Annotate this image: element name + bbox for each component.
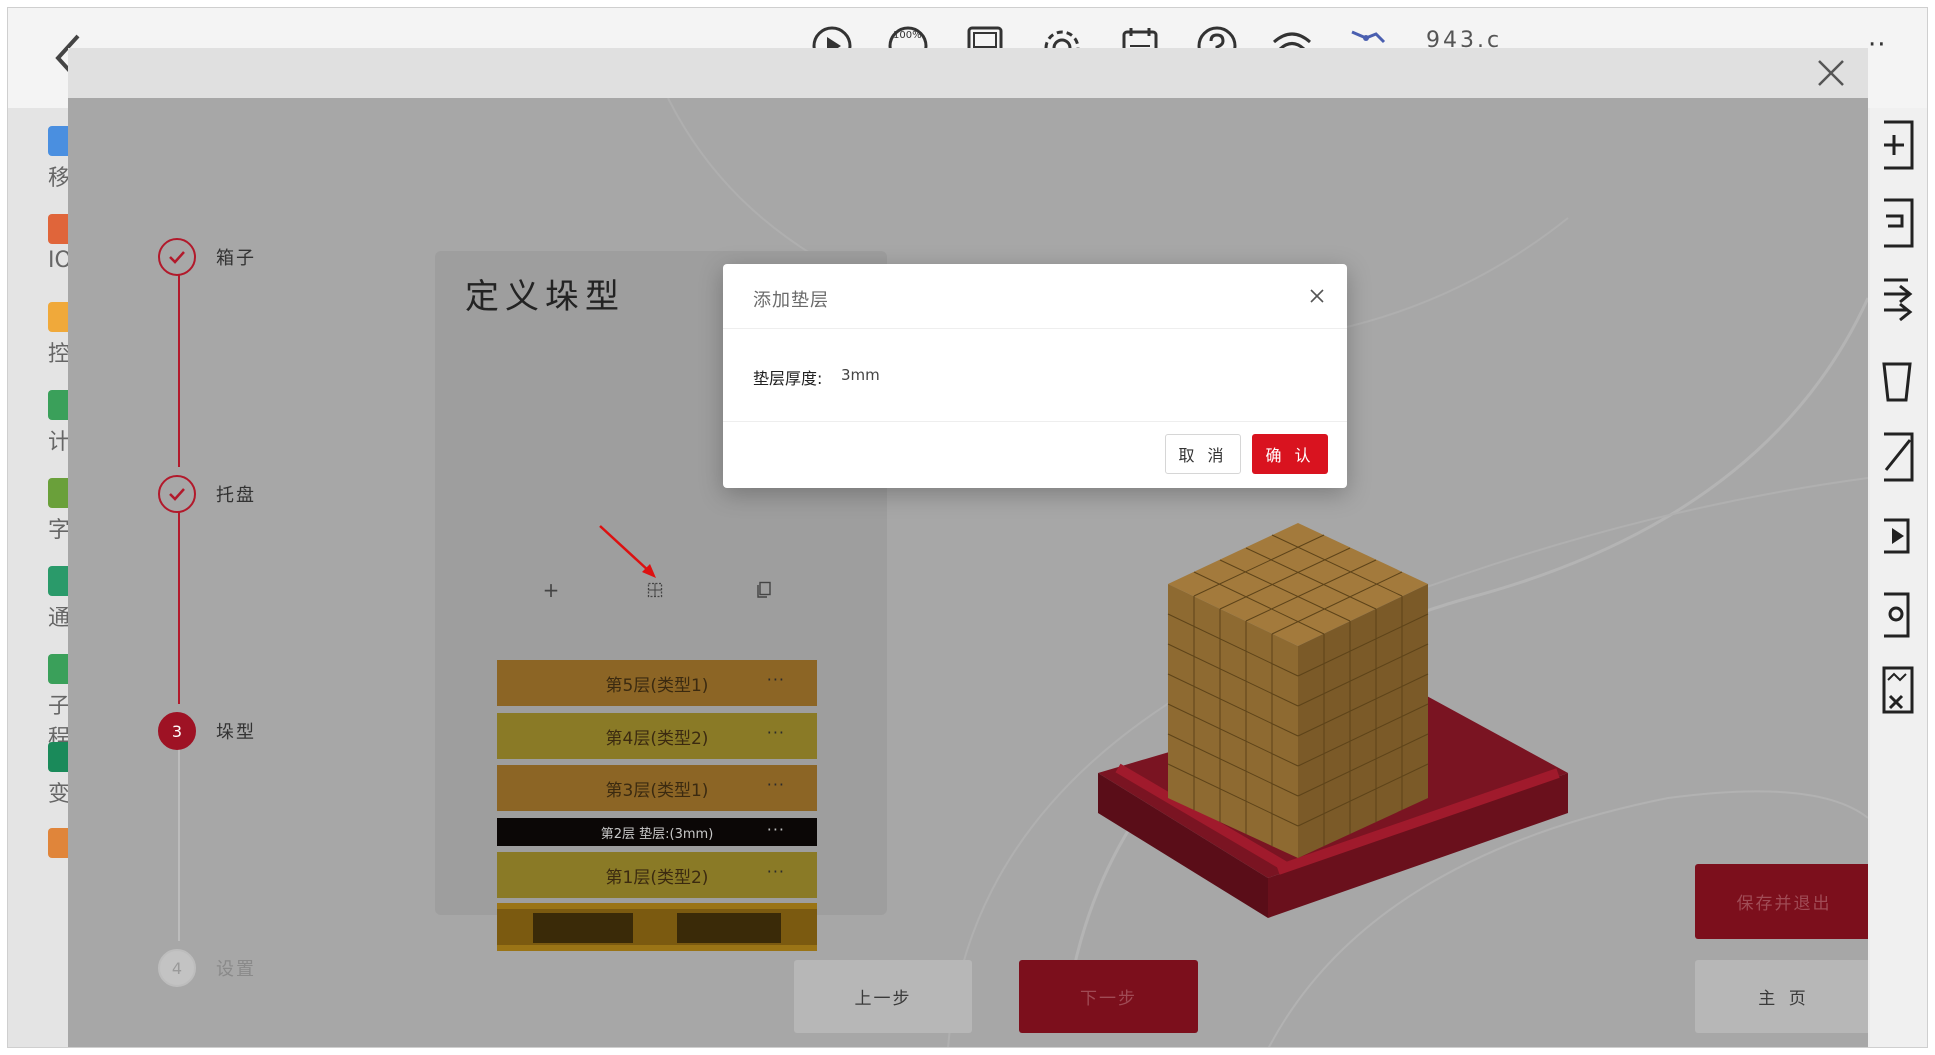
pad-thickness-label: 垫层厚度: (753, 369, 823, 388)
layer-label: 第4层(类型2) (605, 728, 709, 749)
confirm-button[interactable]: 确 认 (1252, 434, 1328, 474)
tool-sidebar (1870, 108, 1927, 1047)
layer-row-5[interactable]: 第5层(类型1) ··· (497, 660, 817, 706)
layer-menu-icon[interactable]: ··· (767, 775, 785, 794)
step-connector (178, 506, 180, 704)
layer-label: 第1层(类型2) (605, 867, 709, 888)
step-number: 3 (158, 712, 196, 750)
save-and-exit-button[interactable]: 保存并退出 (1695, 864, 1868, 939)
next-step-button[interactable]: 下一步 (1019, 960, 1198, 1033)
dialog-body: 垫层厚度: 3mm (723, 329, 1347, 422)
layer-menu-icon[interactable]: ··· (767, 670, 785, 689)
copy-icon (757, 581, 771, 598)
dialog-title: 添加垫层 (753, 290, 829, 311)
step-label: 设置 (216, 959, 256, 980)
check-icon (158, 475, 196, 513)
layer-menu-icon[interactable]: ··· (767, 862, 785, 881)
wizard-header (68, 48, 1868, 98)
close-icon[interactable] (1307, 286, 1327, 306)
layer-menu-icon[interactable]: ··· (767, 723, 785, 742)
close-icon[interactable] (1814, 56, 1848, 90)
check-icon (158, 238, 196, 276)
return-icon[interactable] (1878, 196, 1918, 252)
video-icon[interactable] (1878, 508, 1918, 564)
step-label: 托盘 (216, 485, 256, 506)
annotation-arrow-icon (599, 525, 656, 578)
layer-row-3[interactable]: 第3层(类型1) ··· (497, 765, 817, 811)
panel-title: 定义垛型 (465, 277, 625, 317)
palletizing-wizard: 箱子 托盘 3 垛型 4 设置 定义垛型 + 第5层(类型1) ··· 第4层(… (68, 48, 1868, 1047)
speed-badge: 100% (893, 30, 922, 41)
layer-row-2-pad[interactable]: 第2层 垫层:(3mm) ··· (497, 818, 817, 846)
dialog-header: 添加垫层 (723, 264, 1347, 329)
layer-label: 第3层(类型1) (605, 780, 709, 801)
search-program-icon[interactable] (1878, 586, 1918, 642)
previous-step-button[interactable]: 上一步 (794, 960, 972, 1033)
insert-icon[interactable] (1878, 118, 1918, 174)
layer-row-4[interactable]: 第4层(类型2) ··· (497, 713, 817, 759)
pad-thickness-value[interactable]: 3mm (841, 366, 880, 384)
app-sidebar: 移 IO 控 计 字 通 子程 变 (8, 108, 72, 1047)
dialog-footer: 取 消 确 认 (723, 422, 1347, 487)
layer-menu-icon[interactable]: ··· (767, 820, 785, 839)
add-pad-layer-dialog: 添加垫层 垫层厚度: 3mm 取 消 确 认 (723, 264, 1347, 488)
wait-icon[interactable] (1878, 430, 1918, 486)
layer-label: 第5层(类型1) (605, 675, 709, 696)
step-connector (178, 743, 180, 941)
pallet-3d-preview (1098, 523, 1568, 918)
app-window: 100% 943.c ·· 移 IO 控 计 字 通 子程 变 箱子 托盘 3 … (7, 7, 1928, 1048)
step-number: 4 (158, 949, 196, 987)
copy-layer-button[interactable] (752, 578, 776, 602)
step-label: 垛型 (216, 722, 256, 743)
step-label: 箱子 (216, 248, 256, 269)
cup-icon[interactable] (1878, 352, 1918, 408)
cancel-button[interactable]: 取 消 (1165, 434, 1241, 474)
more-menu-icon[interactable]: ·· (1868, 30, 1887, 60)
layer-label: 第2层 垫层:(3mm) (600, 826, 714, 842)
add-layer-button[interactable]: + (539, 578, 563, 602)
branch-icon[interactable] (1878, 274, 1918, 330)
layer-row-1[interactable]: 第1层(类型2) ··· (497, 852, 817, 898)
step-connector (178, 269, 180, 467)
pallet-preview (497, 903, 817, 951)
home-button[interactable]: 主 页 (1695, 960, 1868, 1033)
chart-x-icon[interactable] (1878, 664, 1918, 720)
